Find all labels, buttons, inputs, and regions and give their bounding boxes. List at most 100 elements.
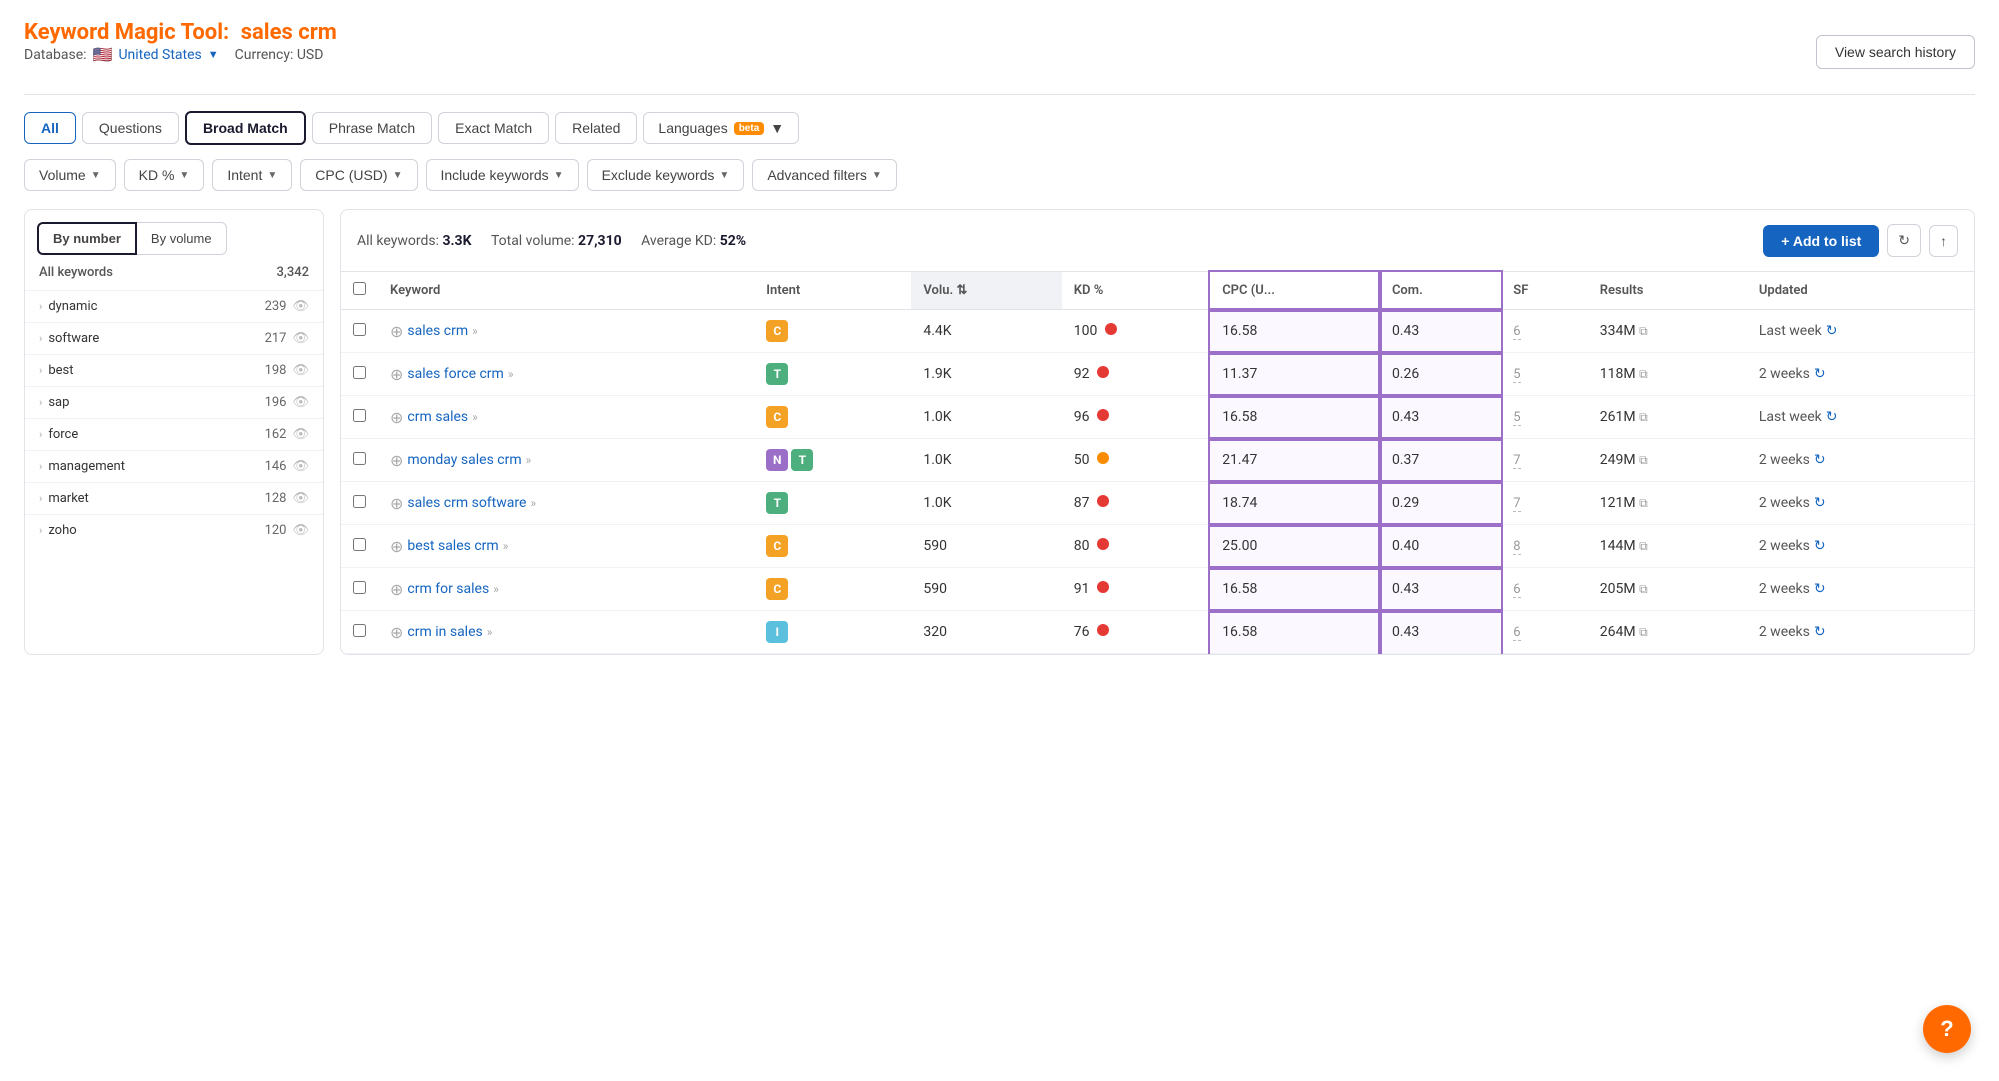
languages-dropdown-icon: ▼ (770, 120, 784, 136)
keyword-link[interactable]: ⊕ sales crm software » (390, 494, 742, 513)
refresh-icon[interactable]: ↻ (1814, 495, 1826, 511)
filter-advanced[interactable]: Advanced filters ▼ (752, 159, 897, 191)
eye-icon[interactable]: 👁 (292, 491, 309, 506)
results-link[interactable]: ⧉ (1639, 410, 1648, 424)
row-checkbox[interactable] (353, 323, 366, 336)
cpc-cell: 16.58 (1210, 568, 1380, 611)
keyword-link[interactable]: ⊕ crm in sales » (390, 623, 742, 642)
intent-badge: T (766, 363, 788, 385)
filter-cpc[interactable]: CPC (USD) ▼ (300, 159, 417, 191)
sf-cell: 5 (1501, 353, 1588, 396)
sf-value[interactable]: 5 (1513, 410, 1520, 426)
filter-intent[interactable]: Intent ▼ (212, 159, 292, 191)
list-item[interactable]: › software 217 👁 (25, 322, 323, 354)
results-link[interactable]: ⧉ (1639, 367, 1648, 381)
row-checkbox[interactable] (353, 452, 366, 465)
results-link[interactable]: ⧉ (1639, 582, 1648, 596)
view-history-button[interactable]: View search history (1816, 35, 1975, 69)
sf-value[interactable]: 7 (1513, 453, 1520, 469)
list-item[interactable]: › zoho 120 👁 (25, 514, 323, 546)
keyword-link[interactable]: ⊕ best sales crm » (390, 537, 742, 556)
sf-value[interactable]: 7 (1513, 496, 1520, 512)
volume-cell: 590 (911, 568, 1061, 611)
col-cpc: CPC (U... (1210, 272, 1380, 310)
refresh-button[interactable]: ↻ (1887, 224, 1921, 257)
eye-icon[interactable]: 👁 (292, 395, 309, 410)
eye-icon[interactable]: 👁 (292, 363, 309, 378)
tab-phrase-match[interactable]: Phrase Match (312, 112, 432, 144)
row-checkbox[interactable] (353, 366, 366, 379)
row-checkbox-cell (341, 611, 378, 654)
list-item[interactable]: › sap 196 👁 (25, 386, 323, 418)
eye-icon[interactable]: 👁 (292, 331, 309, 346)
filter-exclude-keywords[interactable]: Exclude keywords ▼ (587, 159, 745, 191)
refresh-icon[interactable]: ↻ (1814, 581, 1826, 597)
row-checkbox[interactable] (353, 581, 366, 594)
refresh-icon[interactable]: ↻ (1814, 366, 1826, 382)
sf-value[interactable]: 6 (1513, 324, 1520, 340)
tab-bar: All Questions Broad Match Phrase Match E… (24, 111, 1975, 145)
eye-icon[interactable]: 👁 (292, 459, 309, 474)
export-button[interactable]: ↑ (1929, 225, 1958, 257)
refresh-icon[interactable]: ↻ (1814, 452, 1826, 468)
filter-include-keywords[interactable]: Include keywords ▼ (426, 159, 579, 191)
results-link[interactable]: ⧉ (1639, 324, 1648, 338)
eye-icon[interactable]: 👁 (292, 427, 309, 442)
tab-all[interactable]: All (24, 112, 76, 144)
row-checkbox[interactable] (353, 624, 366, 637)
intent-cell: T (754, 482, 911, 525)
tab-related[interactable]: Related (555, 112, 637, 144)
list-item[interactable]: › force 162 👁 (25, 418, 323, 450)
comp-cell: 0.43 (1380, 310, 1501, 353)
keyword-link[interactable]: ⊕ sales force crm » (390, 365, 742, 384)
results-link[interactable]: ⧉ (1639, 539, 1648, 553)
sidebar-tab-by-number[interactable]: By number (37, 222, 137, 255)
refresh-icon[interactable]: ↻ (1826, 409, 1838, 425)
results-link[interactable]: ⧉ (1639, 625, 1648, 639)
row-checkbox-cell (341, 439, 378, 482)
results-stats: All keywords: 3.3K Total volume: 27,310 … (357, 233, 746, 249)
refresh-icon[interactable]: ↻ (1814, 538, 1826, 554)
filter-kd[interactable]: KD % ▼ (124, 159, 205, 191)
languages-button[interactable]: Languages beta ▼ (643, 112, 799, 144)
advanced-dropdown-icon: ▼ (872, 170, 882, 181)
select-all-checkbox[interactable] (353, 282, 366, 295)
database-dropdown-icon[interactable]: ▼ (208, 48, 219, 61)
row-checkbox[interactable] (353, 495, 366, 508)
sf-value[interactable]: 8 (1513, 539, 1520, 555)
list-item[interactable]: › management 146 👁 (25, 450, 323, 482)
database-link[interactable]: United States (118, 47, 201, 63)
tab-exact-match[interactable]: Exact Match (438, 112, 549, 144)
list-item[interactable]: › market 128 👁 (25, 482, 323, 514)
eye-icon[interactable]: 👁 (292, 299, 309, 314)
keyword-cell: ⊕ best sales crm » (378, 525, 754, 568)
sf-value[interactable]: 6 (1513, 625, 1520, 641)
kd-cell: 50 (1062, 439, 1210, 482)
row-checkbox[interactable] (353, 538, 366, 551)
help-button[interactable]: ? (1923, 1005, 1971, 1053)
refresh-icon[interactable]: ↻ (1826, 323, 1838, 339)
intent-cell: C (754, 396, 911, 439)
results-link[interactable]: ⧉ (1639, 496, 1648, 510)
updated-cell: Last week ↻ (1747, 396, 1974, 439)
results-link[interactable]: ⧉ (1639, 453, 1648, 467)
filter-volume[interactable]: Volume ▼ (24, 159, 116, 191)
tab-questions[interactable]: Questions (82, 112, 179, 144)
col-volume[interactable]: Volu. ⇅ (911, 272, 1061, 310)
sf-value[interactable]: 6 (1513, 582, 1520, 598)
keyword-link[interactable]: ⊕ sales crm » (390, 322, 742, 341)
intent-dropdown-icon: ▼ (267, 170, 277, 181)
cpc-cell: 21.47 (1210, 439, 1380, 482)
sidebar-tab-by-volume[interactable]: By volume (137, 222, 227, 255)
keyword-link[interactable]: ⊕ crm for sales » (390, 580, 742, 599)
keyword-link[interactable]: ⊕ monday sales crm » (390, 451, 742, 470)
list-item[interactable]: › dynamic 239 👁 (25, 290, 323, 322)
keyword-link[interactable]: ⊕ crm sales » (390, 408, 742, 427)
row-checkbox[interactable] (353, 409, 366, 422)
sf-value[interactable]: 5 (1513, 367, 1520, 383)
list-item[interactable]: › best 198 👁 (25, 354, 323, 386)
refresh-icon[interactable]: ↻ (1814, 624, 1826, 640)
eye-icon[interactable]: 👁 (292, 523, 309, 538)
add-to-list-button[interactable]: + Add to list (1763, 225, 1879, 257)
tab-broad-match[interactable]: Broad Match (185, 111, 306, 145)
